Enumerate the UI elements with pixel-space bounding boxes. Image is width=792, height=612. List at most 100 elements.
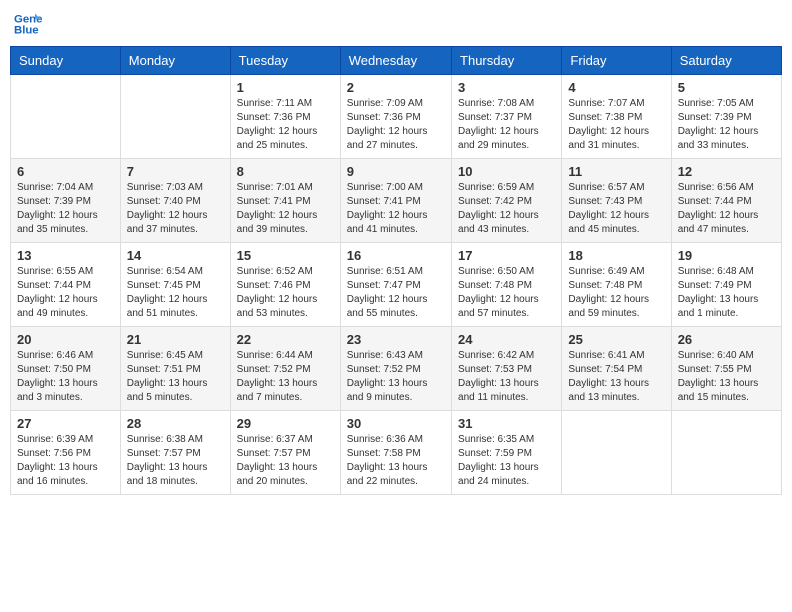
day-number: 15 [237,248,334,263]
calendar-cell: 3 Sunrise: 7:08 AM Sunset: 7:37 PM Daylig… [452,75,562,159]
day-info: Sunrise: 7:11 AM Sunset: 7:36 PM Dayligh… [237,97,334,153]
day-number: 17 [458,248,555,263]
calendar-cell: 20 Sunrise: 6:46 AM Sunset: 7:50 PM Dayli… [11,327,121,411]
calendar-cell: 27Sunrise: 6:39 AM Sunset: 7:56 PM Dayli… [11,411,121,495]
weekday-header: Monday [120,47,230,75]
calendar-cell: 23 Sunrise: 6:43 AM Sunset: 7:52 PM Dayli… [340,327,451,411]
calendar-cell: 24 Sunrise: 6:42 AM Sunset: 7:53 PM Dayli… [452,327,562,411]
day-number: 8 [237,164,334,179]
day-info: Sunrise: 6:55 AM Sunset: 7:44 PM Dayligh… [17,265,114,321]
day-number: 19 [678,248,775,263]
day-info: Sunrise: 6:50 AM Sunset: 7:48 PM Dayligh… [458,265,555,321]
day-info: Sunrise: 7:09 AM Sunset: 7:36 PM Dayligh… [347,97,445,153]
day-number: 1 [237,80,334,95]
logo: General Blue [14,10,42,38]
day-info: Sunrise: 6:46 AM Sunset: 7:50 PM Dayligh… [17,349,114,405]
calendar-cell: 13 Sunrise: 6:55 AM Sunset: 7:44 PM Dayli… [11,243,121,327]
day-number: 14 [127,248,224,263]
day-info: Sunrise: 6:59 AM Sunset: 7:42 PM Dayligh… [458,181,555,237]
logo-icon: General Blue [14,10,42,38]
calendar-week-row: 6 Sunrise: 7:04 AM Sunset: 7:39 PM Daylig… [11,159,782,243]
day-number: 21 [127,332,224,347]
weekday-header: Saturday [671,47,781,75]
day-info: Sunrise: 6:49 AM Sunset: 7:48 PM Dayligh… [568,265,664,321]
day-info: Sunrise: 6:48 AM Sunset: 7:49 PM Dayligh… [678,265,775,321]
day-number: 28 [127,416,224,431]
calendar-cell: 22 Sunrise: 6:44 AM Sunset: 7:52 PM Dayli… [230,327,340,411]
day-info: Sunrise: 6:51 AM Sunset: 7:47 PM Dayligh… [347,265,445,321]
day-info: Sunrise: 6:38 AM Sunset: 7:57 PM Dayligh… [127,433,224,489]
weekday-header: Wednesday [340,47,451,75]
day-info: Sunrise: 6:52 AM Sunset: 7:46 PM Dayligh… [237,265,334,321]
calendar-cell: 29Sunrise: 6:37 AM Sunset: 7:57 PM Dayli… [230,411,340,495]
day-info: Sunrise: 6:57 AM Sunset: 7:43 PM Dayligh… [568,181,664,237]
day-info: Sunrise: 6:35 AM Sunset: 7:59 PM Dayligh… [458,433,555,489]
calendar-cell [562,411,671,495]
calendar-cell: 26 Sunrise: 6:40 AM Sunset: 7:55 PM Dayli… [671,327,781,411]
weekday-header: Friday [562,47,671,75]
calendar-cell: 8Sunrise: 7:01 AM Sunset: 7:41 PM Daylig… [230,159,340,243]
calendar-cell: 12Sunrise: 6:56 AM Sunset: 7:44 PM Dayli… [671,159,781,243]
day-number: 6 [17,164,114,179]
calendar-week-row: 27Sunrise: 6:39 AM Sunset: 7:56 PM Dayli… [11,411,782,495]
calendar-cell [120,75,230,159]
svg-text:Blue: Blue [14,25,39,37]
calendar-header-row: SundayMondayTuesdayWednesdayThursdayFrid… [11,47,782,75]
day-number: 16 [347,248,445,263]
calendar-cell: 4 Sunrise: 7:07 AM Sunset: 7:38 PM Daylig… [562,75,671,159]
day-number: 22 [237,332,334,347]
calendar-week-row: 20 Sunrise: 6:46 AM Sunset: 7:50 PM Dayli… [11,327,782,411]
day-info: Sunrise: 7:07 AM Sunset: 7:38 PM Dayligh… [568,97,664,153]
weekday-header: Tuesday [230,47,340,75]
day-number: 18 [568,248,664,263]
day-info: Sunrise: 6:43 AM Sunset: 7:52 PM Dayligh… [347,349,445,405]
calendar-cell: 14 Sunrise: 6:54 AM Sunset: 7:45 PM Dayli… [120,243,230,327]
weekday-header: Thursday [452,47,562,75]
day-number: 25 [568,332,664,347]
day-number: 7 [127,164,224,179]
day-number: 31 [458,416,555,431]
day-number: 4 [568,80,664,95]
day-info: Sunrise: 7:08 AM Sunset: 7:37 PM Dayligh… [458,97,555,153]
calendar-cell: 19 Sunrise: 6:48 AM Sunset: 7:49 PM Dayli… [671,243,781,327]
day-info: Sunrise: 7:04 AM Sunset: 7:39 PM Dayligh… [17,181,114,237]
calendar-cell: 5Sunrise: 7:05 AM Sunset: 7:39 PM Daylig… [671,75,781,159]
day-info: Sunrise: 6:54 AM Sunset: 7:45 PM Dayligh… [127,265,224,321]
day-number: 26 [678,332,775,347]
day-number: 5 [678,80,775,95]
calendar-cell: 10Sunrise: 6:59 AM Sunset: 7:42 PM Dayli… [452,159,562,243]
day-info: Sunrise: 6:41 AM Sunset: 7:54 PM Dayligh… [568,349,664,405]
day-info: Sunrise: 6:44 AM Sunset: 7:52 PM Dayligh… [237,349,334,405]
calendar-cell: 21 Sunrise: 6:45 AM Sunset: 7:51 PM Dayli… [120,327,230,411]
calendar-cell: 28 Sunrise: 6:38 AM Sunset: 7:57 PM Dayli… [120,411,230,495]
calendar-week-row: 13 Sunrise: 6:55 AM Sunset: 7:44 PM Dayli… [11,243,782,327]
day-number: 9 [347,164,445,179]
page-header: General Blue [10,10,782,38]
day-number: 20 [17,332,114,347]
calendar-cell: 17 Sunrise: 6:50 AM Sunset: 7:48 PM Dayli… [452,243,562,327]
calendar-cell: 7 Sunrise: 7:03 AM Sunset: 7:40 PM Daylig… [120,159,230,243]
day-number: 2 [347,80,445,95]
day-info: Sunrise: 7:03 AM Sunset: 7:40 PM Dayligh… [127,181,224,237]
day-number: 23 [347,332,445,347]
day-info: Sunrise: 6:36 AM Sunset: 7:58 PM Dayligh… [347,433,445,489]
day-info: Sunrise: 7:00 AM Sunset: 7:41 PM Dayligh… [347,181,445,237]
calendar-cell [671,411,781,495]
calendar-week-row: 1 Sunrise: 7:11 AM Sunset: 7:36 PM Daylig… [11,75,782,159]
calendar-cell: 6 Sunrise: 7:04 AM Sunset: 7:39 PM Daylig… [11,159,121,243]
calendar-cell: 15 Sunrise: 6:52 AM Sunset: 7:46 PM Dayli… [230,243,340,327]
calendar-cell: 2 Sunrise: 7:09 AM Sunset: 7:36 PM Daylig… [340,75,451,159]
day-info: Sunrise: 6:40 AM Sunset: 7:55 PM Dayligh… [678,349,775,405]
day-info: Sunrise: 6:56 AM Sunset: 7:44 PM Dayligh… [678,181,775,237]
calendar-cell: 16 Sunrise: 6:51 AM Sunset: 7:47 PM Dayli… [340,243,451,327]
day-number: 3 [458,80,555,95]
calendar-cell: 1 Sunrise: 7:11 AM Sunset: 7:36 PM Daylig… [230,75,340,159]
day-info: Sunrise: 6:42 AM Sunset: 7:53 PM Dayligh… [458,349,555,405]
day-info: Sunrise: 6:45 AM Sunset: 7:51 PM Dayligh… [127,349,224,405]
day-number: 29 [237,416,334,431]
calendar-cell: 25 Sunrise: 6:41 AM Sunset: 7:54 PM Dayli… [562,327,671,411]
day-number: 27 [17,416,114,431]
day-number: 13 [17,248,114,263]
calendar-table: SundayMondayTuesdayWednesdayThursdayFrid… [10,46,782,495]
day-number: 24 [458,332,555,347]
